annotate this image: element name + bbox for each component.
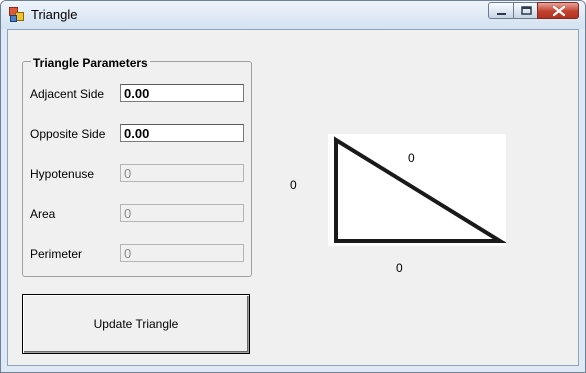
opposite-length-label: 0: [290, 178, 297, 192]
close-icon: [552, 5, 566, 17]
adjacent-side-label: Adjacent Side: [30, 87, 105, 101]
area-field: 0: [120, 204, 244, 222]
minimize-icon: [497, 13, 506, 15]
client-area: Triangle Parameters Adjacent Side 0.00 O…: [7, 29, 579, 366]
adjacent-side-input[interactable]: 0.00: [120, 84, 244, 102]
triangle-shape: [334, 136, 508, 243]
adjacent-length-label: 0: [396, 261, 403, 275]
triangle-parameters-group: Triangle Parameters Adjacent Side 0.00 O…: [22, 56, 252, 277]
opposite-side-input[interactable]: 0.00: [120, 124, 244, 142]
app-window: Triangle Triangle Parameters Adjacent Si…: [0, 0, 586, 373]
hypotenuse-label: Hypotenuse: [30, 167, 95, 181]
triangle-canvas: [328, 134, 508, 246]
hypotenuse-length-label: 0: [408, 151, 415, 165]
close-button[interactable]: [537, 2, 579, 19]
title-bar[interactable]: Triangle: [1, 1, 585, 29]
window-title: Triangle: [31, 7, 78, 22]
maximize-button[interactable]: [513, 2, 538, 19]
area-label: Area: [30, 207, 56, 221]
perimeter-label: Perimeter: [30, 247, 83, 261]
perimeter-field: 0: [120, 244, 244, 262]
minimize-button[interactable]: [488, 2, 514, 19]
opposite-side-label: Opposite Side: [30, 127, 106, 141]
group-title: Triangle Parameters: [31, 56, 150, 70]
app-icon[interactable]: [9, 7, 24, 22]
update-triangle-button[interactable]: Update Triangle: [22, 294, 250, 354]
maximize-icon: [521, 6, 532, 15]
hypotenuse-field: 0: [120, 164, 244, 182]
